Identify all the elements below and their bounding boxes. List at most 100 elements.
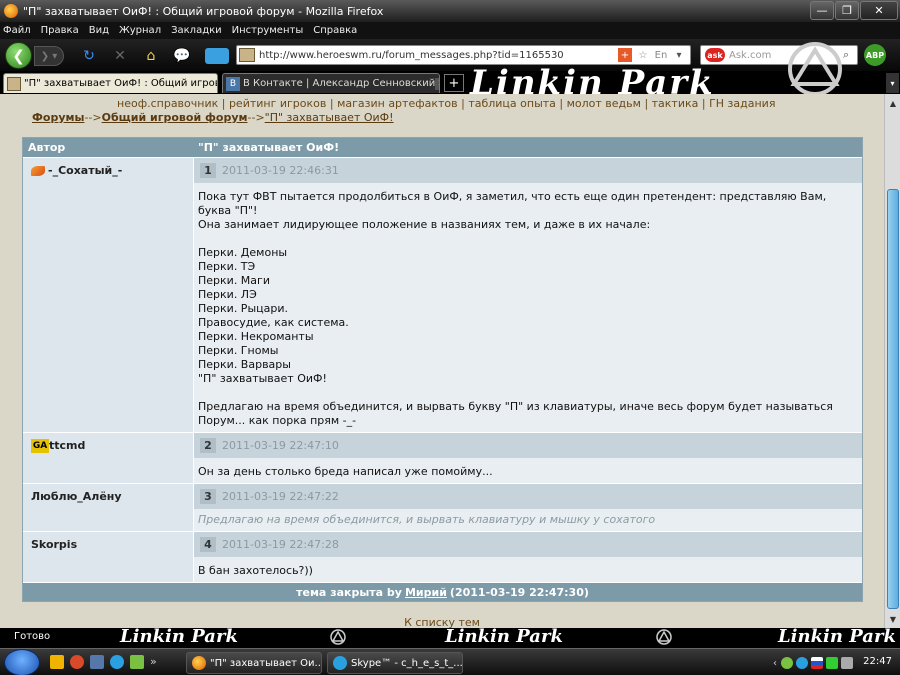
post-author: Люблю_Алёну — [23, 484, 194, 531]
author-name[interactable]: Люблю_Алёну — [31, 490, 122, 503]
bookmark-star-icon[interactable]: ☆ — [636, 48, 650, 62]
start-button[interactable] — [4, 649, 40, 675]
tray-language-icon[interactable] — [811, 657, 823, 669]
scroll-down-icon[interactable]: ▼ — [887, 612, 899, 626]
quicklaunch-more-icon[interactable]: » — [150, 655, 157, 668]
folder-icon[interactable] — [205, 48, 229, 64]
save-quicklaunch-icon[interactable] — [90, 655, 104, 669]
tray-expand-icon[interactable]: ‹ — [773, 658, 777, 669]
scrollbar-thumb[interactable] — [887, 189, 899, 609]
tab-vkontakte[interactable]: В В Контакте | Александр Сенновский ✕ — [222, 73, 440, 93]
skype-quicklaunch-icon[interactable] — [110, 655, 124, 669]
url-text[interactable]: http://www.heroeswm.ru/forum_messages.ph… — [259, 50, 618, 61]
menu-history[interactable]: Журнал — [119, 25, 161, 36]
closed-by-user-link[interactable]: Мирий — [405, 586, 447, 599]
back-to-topics-link[interactable]: К списку тем — [0, 616, 884, 628]
taskbar-item-label: "П" захватывает Ои... — [210, 657, 322, 669]
dropdown-arrow-icon[interactable]: ▾ — [672, 48, 686, 62]
stop-icon[interactable]: ✕ — [111, 47, 129, 65]
addon-plus-icon[interactable]: + — [618, 48, 632, 62]
close-window-button[interactable]: ✕ — [860, 1, 898, 20]
closed-time: (2011-03-19 22:47:30) — [449, 585, 589, 599]
chat-icon[interactable]: 💬 — [173, 47, 191, 65]
close-tab-icon[interactable]: ✕ — [435, 77, 439, 90]
forward-button[interactable]: ❯ ▾ — [34, 46, 64, 66]
post-number: 4 — [200, 537, 216, 552]
menu-tools[interactable]: Инструменты — [232, 25, 304, 36]
breadcrumb: Форумы-->Общий игровой форум-->"П" захва… — [32, 111, 394, 124]
post-line: Перки. Демоны — [198, 246, 288, 259]
menu-view[interactable]: Вид — [89, 25, 109, 36]
scroll-up-icon[interactable]: ▲ — [887, 96, 899, 110]
menu-file[interactable]: Файл — [3, 25, 31, 36]
home-icon[interactable]: ⌂ — [142, 47, 160, 65]
post-author: -_Сохатый_- — [23, 158, 194, 432]
post-row: -_Сохатый_- 1 2011-03-19 22:46:31 Пока ту… — [23, 157, 862, 432]
taskbar-item-skype[interactable]: Skype™ - c_h_e_s_t_... — [327, 652, 463, 674]
post-line-blank — [198, 232, 856, 246]
tray-app-icon[interactable] — [781, 657, 793, 669]
menu-help[interactable]: Справка — [313, 25, 357, 36]
tray-volume-icon[interactable] — [841, 657, 853, 669]
vertical-scrollbar[interactable]: ▲ ▼ — [884, 94, 900, 628]
reload-icon[interactable]: ↻ — [80, 47, 98, 65]
tab-forum-label: "П" захватывает ОиФ! : Общий игровой... — [24, 78, 218, 89]
post-number: 2 — [200, 438, 216, 453]
tray-skype-icon[interactable] — [796, 657, 808, 669]
col-author-header: Автор — [28, 141, 66, 154]
post-number: 3 — [200, 489, 216, 504]
post-line: Перки. Некроманты — [198, 330, 314, 343]
firefox-icon — [192, 656, 206, 670]
table-header: Автор "П" захватывает ОиФ! — [23, 138, 862, 157]
firefox-icon — [4, 4, 18, 18]
author-name[interactable]: Skorpis — [31, 538, 77, 551]
firefox-quicklaunch-icon[interactable] — [70, 655, 84, 669]
post-line: Правосудие, как система. — [198, 316, 349, 329]
tab-forum[interactable]: "П" захватывает ОиФ! : Общий игровой... … — [3, 73, 218, 93]
adblock-button[interactable]: ABP — [864, 44, 886, 66]
quicklaunch-icon[interactable] — [50, 655, 64, 669]
ask-icon: ask — [705, 48, 725, 62]
author-name[interactable]: -_Сохатый_- — [48, 164, 122, 177]
tab-list-button[interactable]: ▾ — [886, 73, 899, 93]
post-line: "П" захватывает ОиФ! — [198, 372, 327, 385]
taskbar-item-firefox[interactable]: "П" захватывает Ои... — [186, 652, 322, 674]
page-content: неоф.справочник | рейтинг игроков | мага… — [0, 94, 884, 628]
post-date: 2011-03-19 22:47:22 — [222, 490, 339, 503]
edit-quicklaunch-icon[interactable] — [130, 655, 144, 669]
post-line: Предлагаю на время объединится, и вырват… — [198, 400, 833, 427]
back-button[interactable]: ❮ — [5, 42, 32, 69]
post-line: Перки. ЛЭ — [198, 288, 257, 301]
address-bar[interactable]: http://www.heroeswm.ru/forum_messages.ph… — [236, 45, 691, 65]
status-bar: Готово Linkin Park Linkin Park Linkin Pa… — [0, 628, 900, 648]
breadcrumb-section-link[interactable]: Общий игровой форум — [102, 111, 248, 124]
maximize-button[interactable]: ❐ — [835, 1, 859, 20]
new-tab-button[interactable]: + — [444, 74, 464, 92]
breadcrumb-forums-link[interactable]: Форумы — [32, 111, 84, 124]
breadcrumb-topic-link[interactable]: "П" захватывает ОиФ! — [265, 111, 394, 124]
forum-table: Автор "П" захватывает ОиФ! -_Сохатый_- 1… — [22, 137, 863, 602]
window-title: "П" захватывает ОиФ! : Общий игровой фор… — [23, 4, 384, 18]
author-name[interactable]: ttcmd — [49, 439, 85, 452]
post-row: Skorpis 4 2011-03-19 22:47:28 В бан захот… — [23, 531, 862, 582]
tab-bar: "П" захватывает ОиФ! : Общий игровой... … — [0, 71, 900, 94]
breadcrumb-sep: --> — [247, 111, 265, 124]
minimize-button[interactable]: — — [810, 1, 834, 20]
tray-network-icon[interactable] — [826, 657, 838, 669]
post-date: 2011-03-19 22:47:28 — [222, 538, 339, 551]
post-line: Перки. ТЭ — [198, 260, 256, 273]
post-line: Перки. Маги — [198, 274, 270, 287]
post-content: 1 2011-03-19 22:46:31 Пока тут ФВТ пытает… — [194, 158, 862, 432]
post-line: Предлагаю на время объединится, и вырват… — [198, 513, 656, 526]
arrow-left-icon: ❮ — [12, 46, 25, 65]
menu-bookmarks[interactable]: Закладки — [171, 25, 222, 36]
breadcrumb-sep: --> — [84, 111, 102, 124]
arrow-right-icon: ❯ ▾ — [40, 50, 58, 62]
menu-edit[interactable]: Правка — [41, 25, 79, 36]
post-date: 2011-03-19 22:47:10 — [222, 439, 339, 452]
site-top-links[interactable]: неоф.справочник | рейтинг игроков | мага… — [117, 97, 775, 110]
windows-taskbar: » "П" захватывает Ои... Skype™ - c_h_e_s… — [0, 648, 900, 675]
translate-icon[interactable]: En — [654, 48, 668, 62]
tab-vkontakte-label: В Контакте | Александр Сенновский — [243, 78, 436, 89]
vk-icon: В — [226, 76, 240, 91]
